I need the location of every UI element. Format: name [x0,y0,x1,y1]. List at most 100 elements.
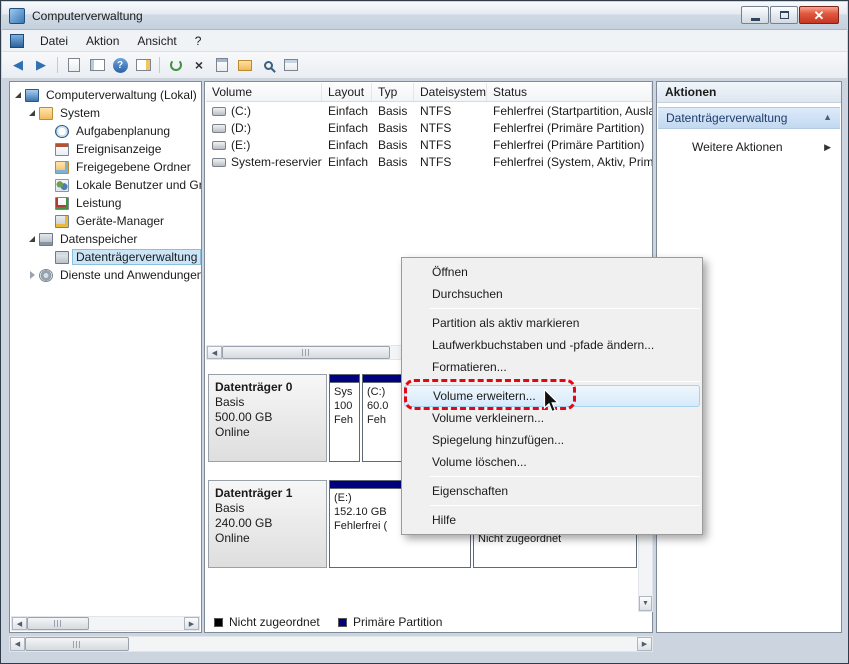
device-manager-icon [55,214,69,228]
menu-separator [430,505,700,506]
context-menu-item-add-mirror[interactable]: Spiegelung hinzufügen... [402,429,702,451]
context-menu-item-mark-partition-active[interactable]: Partition als aktiv markieren [402,312,702,334]
context-menu-item-format[interactable]: Formatieren... [402,356,702,378]
tree-item-system[interactable]: System [10,104,201,122]
scrollbar-thumb[interactable] [25,637,129,651]
menu-ansicht[interactable]: Ansicht [128,30,185,52]
minimize-button[interactable] [741,6,769,24]
console-window-icon [10,33,24,48]
tree-item-geraete-manager[interactable]: Geräte-Manager [10,212,201,230]
menu-separator [430,308,700,309]
expander-icon[interactable] [27,110,37,116]
disk0-partition-system-reserved[interactable]: Sys 100 Feh [329,374,360,462]
task-scheduler-icon [55,124,69,138]
volume-icon [212,157,226,167]
actions-more-actions[interactable]: Weitere Aktionen ▶ [658,137,840,157]
volume-row-e[interactable]: (E:) Einfach Basis NTFS Fehlerfrei (Prim… [206,136,652,153]
scrollbar-thumb[interactable] [27,617,89,630]
context-menu-item-shrink-volume[interactable]: Volume verkleinern... [402,407,702,429]
find-icon[interactable] [258,55,278,75]
tree-item-computerverwaltung[interactable]: Computerverwaltung (Lokal) [10,86,201,104]
event-viewer-icon [55,142,69,156]
context-menu-item-delete-volume[interactable]: Volume löschen... [402,451,702,473]
help-icon[interactable]: ? [110,55,130,75]
menu-datei[interactable]: Datei [31,30,77,52]
delete-icon[interactable]: × [189,55,209,75]
system-folder-icon [39,106,53,120]
console-horizontal-scrollbar[interactable]: ◀ ▶ [9,636,653,652]
scrollbar-thumb[interactable] [222,346,390,359]
context-menu-item-open[interactable]: Öffnen [402,261,702,283]
context-menu-item-browse[interactable]: Durchsuchen [402,283,702,305]
scroll-left-icon[interactable]: ◀ [12,617,27,630]
volume-list: (C:) Einfach Basis NTFS Fehlerfrei (Star… [206,102,652,170]
disk0-info-box[interactable]: Datenträger 0 Basis 500.00 GB Online [208,374,327,462]
title-bar[interactable]: Computerverwaltung ✕ [2,2,847,30]
tree-item-datentraegerverwaltung[interactable]: Datenträgerverwaltung [10,248,201,266]
open-folder-icon[interactable] [235,55,255,75]
tree-item-lokale-benutzer[interactable]: Lokale Benutzer und Gr [10,176,201,194]
column-status[interactable]: Status [487,83,652,101]
primary-partition-band [330,375,359,383]
scrollbar-track[interactable] [129,637,637,651]
scroll-left-icon[interactable]: ◀ [10,637,25,651]
performance-icon [55,196,69,210]
computer-management-window: Computerverwaltung ✕ Datei Aktion Ansich… [0,0,849,664]
disk1-info-box[interactable]: Datenträger 1 Basis 240.00 GB Online [208,480,327,568]
settings-icon[interactable] [281,55,301,75]
volume-icon [212,123,226,133]
context-menu-item-help[interactable]: Hilfe [402,509,702,531]
column-typ[interactable]: Typ [372,83,414,101]
more-actions-arrow-icon: ▶ [824,142,831,152]
tree-item-ereignisanzeige[interactable]: Ereignisanzeige [10,140,201,158]
refresh-icon[interactable] [166,55,186,75]
menu-bar: Datei Aktion Ansicht ? [2,30,847,52]
expander-icon[interactable] [27,236,37,242]
window-title: Computerverwaltung [32,8,143,23]
scrollbar-track[interactable] [89,617,184,630]
properties-icon[interactable] [212,55,232,75]
column-volume[interactable]: Volume [206,83,322,101]
column-dateisystem[interactable]: Dateisystem [414,83,487,101]
menu-aktion[interactable]: Aktion [77,30,128,52]
forward-icon[interactable]: ▶ [31,55,51,75]
menu-separator [430,381,700,382]
storage-icon [39,232,53,246]
column-layout[interactable]: Layout [322,83,372,101]
scroll-down-icon[interactable]: ▼ [639,596,652,611]
menu-help[interactable]: ? [186,30,211,52]
maximize-button[interactable] [770,6,798,24]
primary-partition-color-swatch [338,617,347,627]
actions-section-datentraegerverwaltung[interactable]: Datenträgerverwaltung ▲ [658,107,840,129]
context-menu: Öffnen Durchsuchen Partition als aktiv m… [401,257,703,535]
users-icon [55,178,69,192]
back-icon[interactable]: ◀ [8,55,28,75]
context-menu-item-properties[interactable]: Eigenschaften [402,480,702,502]
context-menu-item-extend-volume[interactable]: Volume erweitern... [404,385,700,407]
expander-icon[interactable] [13,92,23,98]
volume-row-c[interactable]: (C:) Einfach Basis NTFS Fehlerfrei (Star… [206,102,652,119]
volume-list-header: Volume Layout Typ Dateisystem Status [206,83,652,102]
show-action-pane-icon[interactable] [133,55,153,75]
tree-item-aufgabenplanung[interactable]: Aufgabenplanung [10,122,201,140]
scroll-left-icon[interactable]: ◀ [207,346,222,359]
tree-horizontal-scrollbar[interactable]: ◀ ▶ [11,616,200,631]
tree-item-leistung[interactable]: Leistung [10,194,201,212]
context-menu-item-change-drive-letter[interactable]: Laufwerkbuchstaben und -pfade ändern... [402,334,702,356]
toolbar-separator [57,57,58,73]
close-button[interactable]: ✕ [799,6,839,24]
tree-item-datenspeicher[interactable]: Datenspeicher [10,230,201,248]
scroll-right-icon[interactable]: ▶ [184,617,199,630]
unallocated-color-swatch [214,617,223,627]
disk-management-icon [55,250,69,264]
export-list-icon[interactable] [64,55,84,75]
volume-icon [212,140,226,150]
expander-icon[interactable] [27,271,37,279]
collapse-section-icon[interactable]: ▲ [823,112,832,122]
tree-item-dienste-und-anwendungen[interactable]: Dienste und Anwendungen [10,266,201,284]
tree-item-freigegebene-ordner[interactable]: Freigegebene Ordner [10,158,201,176]
volume-row-d[interactable]: (D:) Einfach Basis NTFS Fehlerfrei (Prim… [206,119,652,136]
scroll-right-icon[interactable]: ▶ [637,637,652,651]
show-console-tree-icon[interactable] [87,55,107,75]
volume-row-system-reserviert[interactable]: System-reserviert Einfach Basis NTFS Feh… [206,153,652,170]
